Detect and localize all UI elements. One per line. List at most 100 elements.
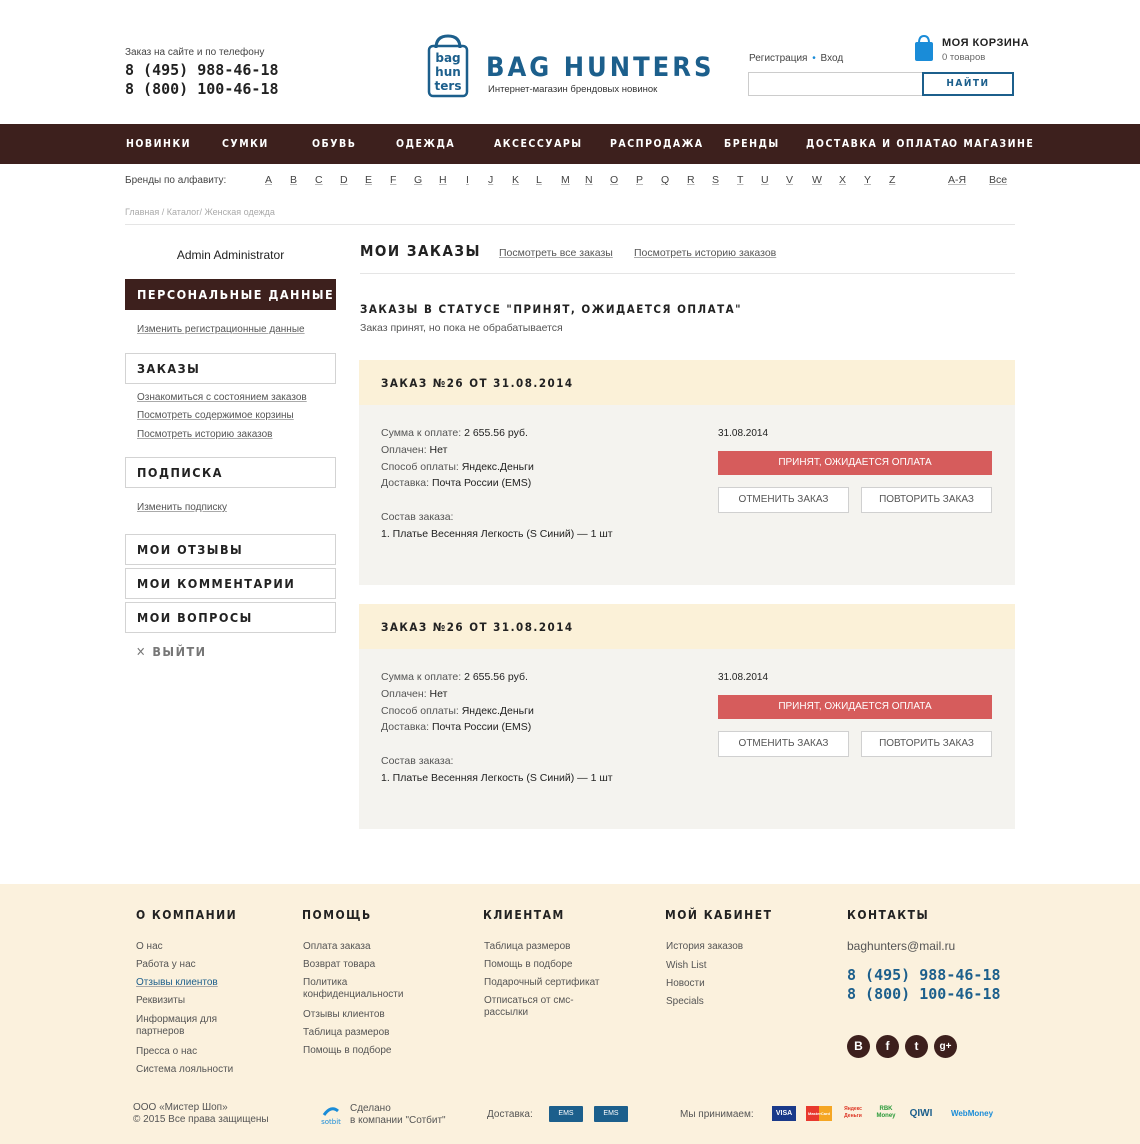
letter-link[interactable]: R <box>687 174 695 186</box>
letter-link[interactable]: T <box>737 174 743 186</box>
letter-link[interactable]: U <box>761 174 769 186</box>
sidebar-item-reviews[interactable]: МОИ ОТЗЫВЫ <box>125 534 336 565</box>
sotbit-logo[interactable]: sotbit <box>318 1104 344 1126</box>
footer-link[interactable]: Отзывы клиентов <box>136 977 218 989</box>
login-link[interactable]: Вход <box>821 53 844 64</box>
logo-name[interactable]: BAG HUNTERS <box>486 52 714 83</box>
header-phone-2[interactable]: 8 (800) 100-46-18 <box>125 80 279 98</box>
footer-link[interactable]: Wish List <box>666 960 707 972</box>
letter-link[interactable]: G <box>414 174 422 186</box>
twitter-icon[interactable]: t <box>905 1035 928 1058</box>
sidebar-link-edit-profile[interactable]: Изменить регистрационные данные <box>137 324 305 335</box>
sidebar-item-orders[interactable]: ЗАКАЗЫ <box>125 353 336 384</box>
letter-link[interactable]: I <box>466 174 469 186</box>
google-plus-icon[interactable]: g+ <box>934 1035 957 1058</box>
footer-link[interactable]: Отзывы клиентов <box>303 1009 385 1021</box>
nav-item-bags[interactable]: СУМКИ <box>222 138 269 150</box>
all-brands-link[interactable]: Все <box>989 174 1007 186</box>
breadcrumb[interactable]: Главная / Каталог/ Женская одежда <box>125 207 275 217</box>
letter-link[interactable]: D <box>340 174 348 186</box>
footer-link[interactable]: Таблица размеров <box>303 1027 389 1039</box>
letter-link[interactable]: F <box>390 174 396 186</box>
footer-link[interactable]: Оплата заказа <box>303 941 371 953</box>
sidebar-link-order-history[interactable]: Посмотреть историю заказов <box>137 429 272 440</box>
footer-link[interactable]: О нас <box>136 941 163 953</box>
cart-title[interactable]: МОЯ КОРЗИНА <box>942 37 1029 49</box>
footer-link[interactable]: Таблица размеров <box>484 941 570 953</box>
letter-link[interactable]: E <box>365 174 372 186</box>
repeat-order-button[interactable]: ПОВТОРИТЬ ЗАКАЗ <box>861 731 992 757</box>
sidebar-link-cart[interactable]: Посмотреть содержимое корзины <box>137 410 294 421</box>
footer-link[interactable]: Отписаться от смс-рассылки <box>484 995 594 1019</box>
nav-item-clothes[interactable]: ОДЕЖДА <box>396 138 455 150</box>
sidebar-link-subscription[interactable]: Изменить подписку <box>137 502 227 513</box>
letter-link[interactable]: P <box>636 174 643 186</box>
nav-item-sale[interactable]: РАСПРОДАЖА <box>610 138 704 150</box>
footer-phone-2[interactable]: 8 (800) 100-46-18 <box>847 985 1001 1003</box>
cancel-order-button[interactable]: ОТМЕНИТЬ ЗАКАЗ <box>718 731 849 757</box>
order-title[interactable]: ЗАКАЗ №26 ОТ 31.08.2014 <box>381 376 574 390</box>
view-all-orders-link[interactable]: Посмотреть все заказы <box>499 247 613 259</box>
footer-link[interactable]: Система лояльности <box>136 1064 233 1076</box>
footer-email[interactable]: baghunters@mail.ru <box>847 939 955 953</box>
order-item[interactable]: 1. Платье Весенняя Легкость (S Синий) — … <box>381 772 613 784</box>
letter-link[interactable]: Z <box>889 174 895 186</box>
footer-link[interactable]: Возврат товара <box>303 959 375 971</box>
footer-link[interactable]: Помощь в подборе <box>484 959 573 971</box>
order-title[interactable]: ЗАКАЗ №26 ОТ 31.08.2014 <box>381 620 574 634</box>
footer-link[interactable]: Помощь в подборе <box>303 1045 392 1057</box>
nav-item-delivery[interactable]: ДОСТАВКА И ОПЛАТА <box>806 138 950 150</box>
letter-link[interactable]: X <box>839 174 846 186</box>
sidebar-item-subscription[interactable]: ПОДПИСКА <box>125 457 336 488</box>
register-link[interactable]: Регистрация <box>749 53 807 64</box>
cancel-order-button[interactable]: ОТМЕНИТЬ ЗАКАЗ <box>718 487 849 513</box>
letter-link[interactable]: O <box>610 174 618 186</box>
letter-link[interactable]: H <box>439 174 447 186</box>
search-button[interactable]: НАЙТИ <box>922 72 1014 96</box>
footer-link[interactable]: Specials <box>666 996 704 1008</box>
shopping-bag-icon[interactable] <box>914 34 934 62</box>
letter-link[interactable]: V <box>786 174 793 186</box>
letter-link[interactable]: K <box>512 174 519 186</box>
letter-link[interactable]: Q <box>661 174 669 186</box>
header-phone-1[interactable]: 8 (495) 988-46-18 <box>125 61 279 79</box>
sidebar-item-comments[interactable]: МОИ КОММЕНТАРИИ <box>125 568 336 599</box>
letter-link[interactable]: C <box>315 174 323 186</box>
sidebar-item-personal[interactable]: ПЕРСОНАЛЬНЫЕ ДАННЫЕ <box>125 279 336 310</box>
footer-link[interactable]: Пресса о нас <box>136 1046 197 1058</box>
bag-logo-icon[interactable]: bag hun ters <box>426 34 470 98</box>
nav-item-brands[interactable]: БРЕНДЫ <box>724 138 780 150</box>
letter-link[interactable]: W <box>812 174 822 186</box>
facebook-icon[interactable]: f <box>876 1035 899 1058</box>
letter-link[interactable]: B <box>290 174 297 186</box>
view-order-history-link[interactable]: Посмотреть историю заказов <box>634 247 776 259</box>
letter-link[interactable]: Y <box>864 174 871 186</box>
vk-icon[interactable]: В <box>847 1035 870 1058</box>
logout-button[interactable]: ✕ ВЫЙТИ <box>136 644 207 659</box>
nav-item-accessories[interactable]: АКСЕССУАРЫ <box>494 138 583 150</box>
repeat-order-button[interactable]: ПОВТОРИТЬ ЗАКАЗ <box>861 487 992 513</box>
made-by[interactable]: Сделано в компании "Сотбит" <box>350 1103 446 1127</box>
footer-link[interactable]: Новости <box>666 978 705 990</box>
sidebar-item-questions[interactable]: МОИ ВОПРОСЫ <box>125 602 336 633</box>
order-item[interactable]: 1. Платье Весенняя Легкость (S Синий) — … <box>381 528 613 540</box>
letter-link[interactable]: M <box>561 174 570 186</box>
letter-link[interactable]: L <box>536 174 542 186</box>
letter-link[interactable]: A <box>265 174 272 186</box>
letter-link[interactable]: N <box>585 174 593 186</box>
footer-phone-1[interactable]: 8 (495) 988-46-18 <box>847 966 1001 984</box>
footer-link[interactable]: Работа у нас <box>136 959 196 971</box>
letter-link[interactable]: S <box>712 174 719 186</box>
nav-item-new[interactable]: НОВИНКИ <box>126 138 191 150</box>
nav-item-shoes[interactable]: ОБУВЬ <box>312 138 356 150</box>
footer-link[interactable]: Информация для партнеров <box>136 1014 236 1038</box>
footer-link[interactable]: Подарочный сертификат <box>484 977 600 989</box>
sidebar-link-order-status[interactable]: Ознакомиться с состоянием заказов <box>137 392 307 403</box>
search-input[interactable] <box>748 72 922 96</box>
cyrillic-letters-link[interactable]: А-Я <box>948 174 966 186</box>
footer-link[interactable]: Политика конфиденциальности <box>303 977 423 1001</box>
footer-link[interactable]: История заказов <box>666 941 743 953</box>
footer-link[interactable]: Реквизиты <box>136 995 185 1007</box>
letter-link[interactable]: J <box>488 174 493 186</box>
nav-item-about[interactable]: О МАГАЗИНЕ <box>949 138 1034 150</box>
